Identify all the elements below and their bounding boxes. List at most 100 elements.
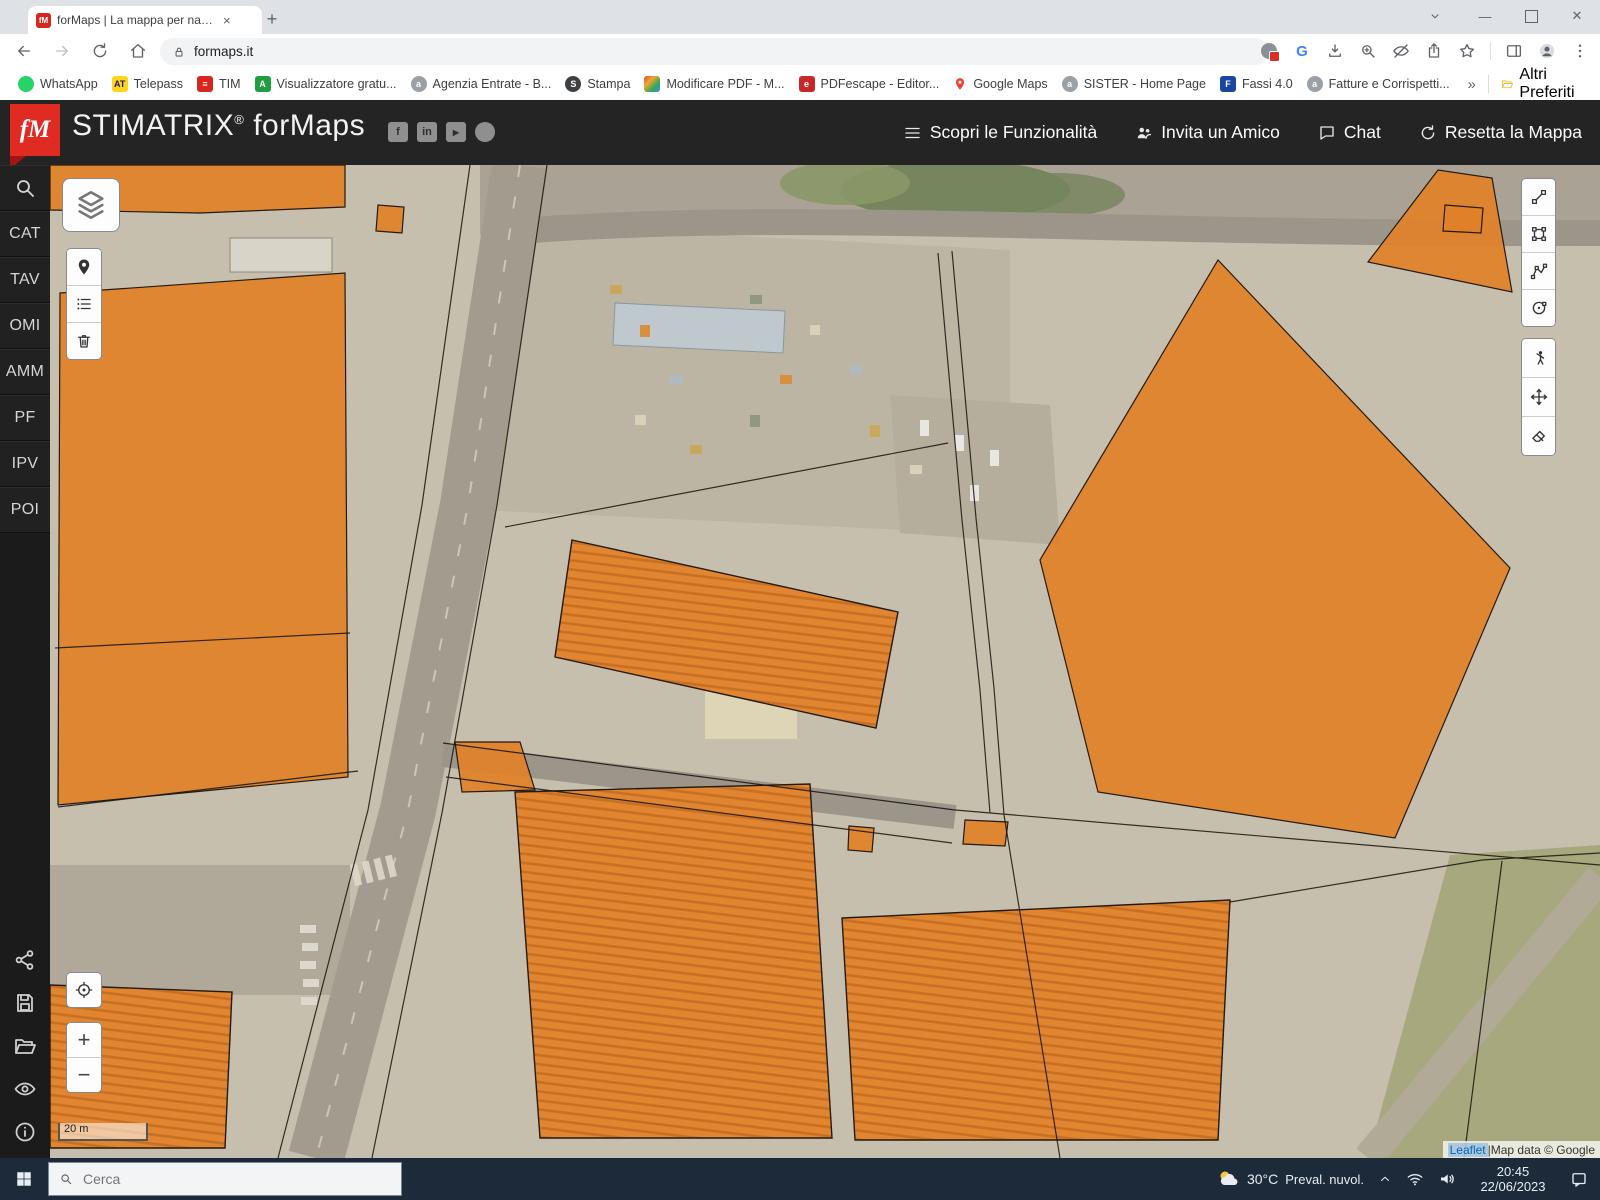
bookmark-visualizzatore-gratu-[interactable]: AVisualizzatore gratu... bbox=[249, 73, 403, 95]
menu-invita-amico[interactable]: Invita un Amico bbox=[1135, 122, 1280, 143]
sidebar-item-ipv[interactable]: IPV bbox=[0, 441, 50, 487]
select-feature-button[interactable] bbox=[1522, 339, 1555, 378]
taskbar-search[interactable] bbox=[48, 1162, 402, 1196]
social-links: f in ▶ bbox=[388, 122, 495, 142]
action-center-icon[interactable] bbox=[1570, 1170, 1588, 1188]
bookmark-pdfescape-editor-[interactable]: ePDFescape - Editor... bbox=[793, 73, 946, 95]
address-bar[interactable]: formaps.it bbox=[160, 38, 1269, 65]
sidebar-info-button[interactable] bbox=[0, 1112, 50, 1152]
taskbar-search-input[interactable] bbox=[81, 1170, 345, 1188]
eraser-button[interactable] bbox=[1522, 417, 1555, 455]
new-tab-button[interactable]: + bbox=[258, 5, 286, 33]
browser-tab[interactable]: fM forMaps | La mappa per navigar × bbox=[28, 6, 262, 34]
windows-taskbar: 30°C Preval. nuvol. 20:45 22/06/2023 bbox=[0, 1158, 1600, 1200]
bookmark-label: WhatsApp bbox=[40, 77, 98, 91]
speaker-icon[interactable] bbox=[1438, 1170, 1456, 1188]
sidebar-item-omi[interactable]: OMI bbox=[0, 303, 50, 349]
zoom-icon[interactable] bbox=[1358, 41, 1378, 61]
reload-icon[interactable] bbox=[86, 37, 114, 65]
locate-icon bbox=[75, 981, 93, 999]
app-header: fM STIMATRIX® forMaps f in ▶ Scopri le F… bbox=[0, 100, 1600, 165]
hidden-icon[interactable] bbox=[1391, 41, 1411, 61]
lock-icon bbox=[172, 45, 186, 59]
info-icon bbox=[13, 1120, 37, 1144]
linkedin-icon[interactable]: in bbox=[417, 122, 437, 142]
measure-path-button[interactable] bbox=[1522, 253, 1555, 290]
bookmark-fatture-e-corrispetti-[interactable]: aFatture e Corrispetti... bbox=[1301, 73, 1456, 95]
bookmark-icon: a bbox=[1062, 76, 1078, 92]
wifi-icon[interactable] bbox=[1406, 1170, 1424, 1188]
menu-chat[interactable]: Chat bbox=[1318, 122, 1381, 143]
trash-button[interactable] bbox=[67, 323, 101, 359]
youtube-icon[interactable]: ▶ bbox=[446, 122, 466, 142]
list-button[interactable] bbox=[67, 286, 101, 323]
sidebar-item-pf[interactable]: PF bbox=[0, 395, 50, 441]
home-icon[interactable] bbox=[124, 37, 152, 65]
side-panel-icon[interactable] bbox=[1504, 41, 1524, 61]
sidebar-item-amm[interactable]: AMM bbox=[0, 349, 50, 395]
menu-resetta-mappa[interactable]: Resetta la Mappa bbox=[1419, 122, 1582, 143]
blog-icon[interactable] bbox=[475, 122, 495, 142]
install-icon[interactable] bbox=[1325, 41, 1345, 61]
bookmark-icon: A bbox=[255, 76, 271, 92]
toolbar-extensions: G bbox=[1259, 37, 1590, 65]
measure-line-button[interactable] bbox=[1522, 179, 1555, 216]
bookmark-sister-home-page[interactable]: aSISTER - Home Page bbox=[1056, 73, 1212, 95]
profile-avatar[interactable] bbox=[1537, 41, 1557, 61]
share-icon[interactable] bbox=[1424, 41, 1444, 61]
sidebar-item-tav[interactable]: TAV bbox=[0, 257, 50, 303]
layers-icon bbox=[74, 188, 108, 222]
bookmarks-overflow-icon[interactable]: » bbox=[1468, 76, 1476, 93]
bookmark-icon: AT bbox=[112, 76, 128, 92]
zoom-in-button[interactable]: + bbox=[67, 1023, 101, 1058]
forward-icon[interactable] bbox=[48, 37, 76, 65]
reset-icon bbox=[1419, 124, 1437, 142]
marker-button[interactable] bbox=[67, 249, 101, 286]
tab-search-chevron-icon[interactable] bbox=[1412, 0, 1458, 32]
marker-tools bbox=[66, 248, 102, 360]
measure-circle-button[interactable] bbox=[1522, 290, 1555, 326]
sidebar-share-button[interactable] bbox=[0, 940, 50, 980]
marker-icon bbox=[75, 258, 93, 276]
menu-scopri-funzionalita[interactable]: Scopri le Funzionalità bbox=[904, 122, 1097, 143]
other-favorites[interactable]: Altri Preferiti bbox=[1501, 66, 1600, 102]
facebook-icon[interactable]: f bbox=[388, 122, 408, 142]
bookmark-google-maps[interactable]: Google Maps bbox=[947, 74, 1053, 94]
bookmark-tim[interactable]: ≡TIM bbox=[191, 73, 247, 95]
google-extension-icon[interactable]: G bbox=[1292, 41, 1312, 61]
password-extension-icon[interactable] bbox=[1259, 41, 1279, 61]
window-maximize-button[interactable] bbox=[1508, 0, 1554, 32]
sidebar-eye-button[interactable] bbox=[0, 1069, 50, 1109]
tab-close-icon[interactable]: × bbox=[223, 13, 231, 28]
edit-polygon-button[interactable] bbox=[1522, 216, 1555, 253]
zoom-out-button[interactable]: − bbox=[67, 1058, 101, 1092]
layers-control[interactable] bbox=[62, 178, 120, 232]
start-button[interactable] bbox=[0, 1158, 48, 1200]
window-close-button[interactable]: ✕ bbox=[1554, 0, 1600, 32]
bookmark-modificare-pdf-m-[interactable]: Modificare PDF - M... bbox=[638, 73, 790, 95]
map-viewport[interactable]: + − 20 m Leaflet | Map data © Google bbox=[50, 165, 1600, 1158]
bookmark-telepass[interactable]: ATTelepass bbox=[106, 73, 189, 95]
bookmark-stampa[interactable]: SStampa bbox=[559, 73, 636, 95]
bookmark-whatsapp[interactable]: WhatsApp bbox=[12, 73, 104, 95]
sidebar-item-poi[interactable]: POI bbox=[0, 487, 50, 533]
sidebar-search-button[interactable] bbox=[0, 165, 50, 211]
sidebar-open-folder-button[interactable] bbox=[0, 1026, 50, 1066]
locate-control[interactable] bbox=[66, 972, 102, 1008]
bookmark-agenzia-entrate-b-[interactable]: aAgenzia Entrate - B... bbox=[405, 73, 558, 95]
sidebar-save-button[interactable] bbox=[0, 983, 50, 1023]
back-icon[interactable] bbox=[10, 37, 38, 65]
menu-kebab-icon[interactable] bbox=[1570, 41, 1590, 61]
pan-button[interactable] bbox=[1522, 378, 1555, 417]
taskbar-clock[interactable]: 20:45 22/06/2023 bbox=[1470, 1164, 1556, 1194]
bookmark-fassi-4-0[interactable]: FFassi 4.0 bbox=[1214, 73, 1299, 95]
panel-icon bbox=[1505, 42, 1523, 60]
formaps-logo[interactable]: fM bbox=[10, 104, 60, 156]
taskbar-weather[interactable]: 30°C Preval. nuvol. bbox=[1216, 1167, 1364, 1191]
leaflet-link[interactable]: Leaflet bbox=[1448, 1143, 1488, 1157]
url-text: formaps.it bbox=[194, 44, 253, 59]
sidebar-item-cat[interactable]: CAT bbox=[0, 211, 50, 257]
tray-chevron-up-icon[interactable] bbox=[1378, 1172, 1392, 1186]
window-minimize-button[interactable]: — bbox=[1462, 0, 1508, 32]
bookmark-star-icon[interactable] bbox=[1457, 41, 1477, 61]
